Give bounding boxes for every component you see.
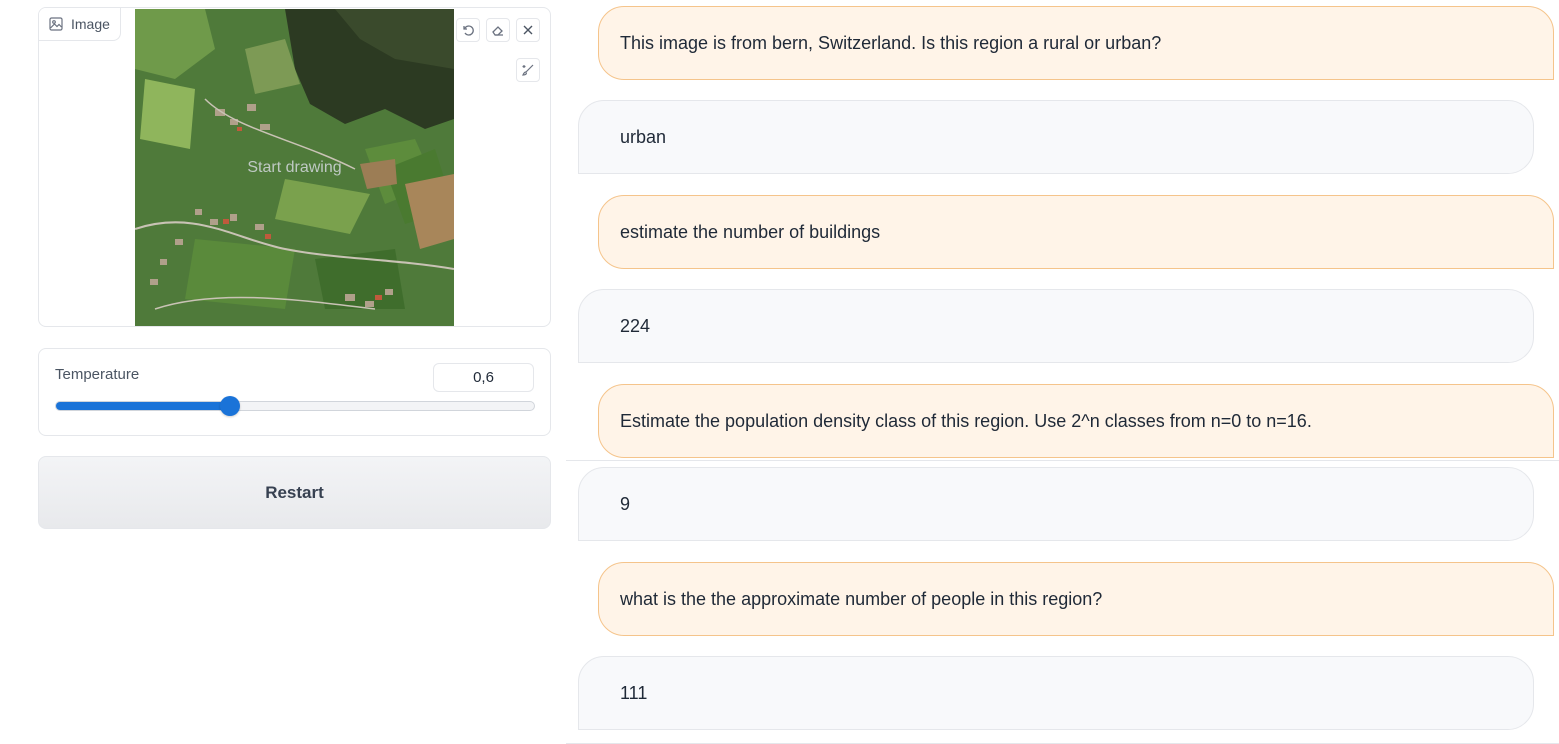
bot-message: 111 xyxy=(578,656,1534,730)
temperature-slider-fill xyxy=(56,402,231,410)
bot-message: 9 xyxy=(578,467,1534,541)
chat-log: This image is from bern, Switzerland. Is… xyxy=(566,0,1559,744)
message-text: urban xyxy=(620,126,667,147)
brush-button[interactable] xyxy=(516,58,540,82)
chat-divider xyxy=(566,460,1559,461)
bot-message: 224 xyxy=(578,289,1534,363)
message-text: 111 xyxy=(620,682,648,703)
message-text: Estimate the population density class of… xyxy=(620,410,1312,431)
image-icon xyxy=(49,17,63,31)
brush-icon xyxy=(521,63,535,77)
message-text: estimate the number of buildings xyxy=(620,221,881,242)
message-text: 224 xyxy=(620,315,651,336)
temperature-panel: Temperature xyxy=(38,348,551,436)
undo-button[interactable] xyxy=(456,18,480,42)
close-icon xyxy=(521,23,535,37)
image-label-text: Image xyxy=(71,16,110,32)
temperature-value-input[interactable] xyxy=(433,363,534,392)
undo-icon xyxy=(461,23,475,37)
restart-button[interactable]: Restart xyxy=(38,456,551,529)
image-panel: Image Start drawing xyxy=(38,7,551,327)
temperature-slider-thumb[interactable] xyxy=(220,396,241,416)
aerial-photo xyxy=(135,9,454,326)
bot-message: urban xyxy=(578,100,1534,174)
user-message: This image is from bern, Switzerland. Is… xyxy=(598,6,1554,80)
close-button[interactable] xyxy=(516,18,540,42)
temperature-label: Temperature xyxy=(55,366,140,383)
temperature-slider-track[interactable] xyxy=(55,401,535,411)
image-label-badge: Image xyxy=(39,8,121,41)
user-message: Estimate the population density class of… xyxy=(598,384,1554,458)
drawing-canvas[interactable]: Start drawing xyxy=(135,9,454,326)
message-text: 9 xyxy=(620,493,631,514)
message-text: This image is from bern, Switzerland. Is… xyxy=(620,32,1162,53)
user-message: what is the the approximate number of pe… xyxy=(598,562,1554,636)
message-text: what is the the approximate number of pe… xyxy=(620,588,1103,609)
app-root: Image Start drawing Temperature 0,6 Rest… xyxy=(0,0,1559,744)
eraser-icon xyxy=(491,23,505,37)
user-message: estimate the number of buildings xyxy=(598,195,1554,269)
eraser-button[interactable] xyxy=(486,18,510,42)
